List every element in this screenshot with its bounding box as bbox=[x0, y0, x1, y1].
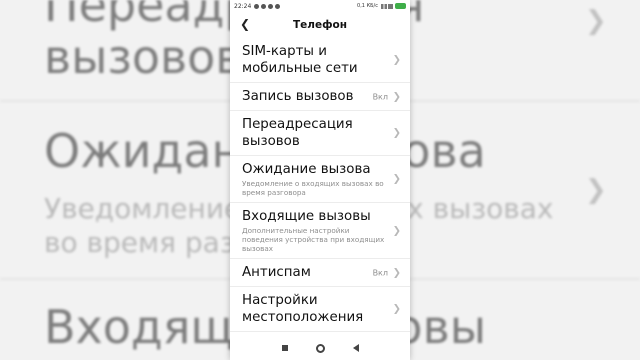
signal-icon bbox=[381, 3, 393, 9]
setting-incoming-calls[interactable]: Входящие вызовы Дополнительные настройки… bbox=[230, 203, 410, 259]
back-icon[interactable] bbox=[352, 344, 359, 352]
chevron-right-icon: ❯ bbox=[392, 303, 401, 315]
setting-call-waiting[interactable]: Ожидание вызова Уведомление о входящих в… bbox=[230, 156, 410, 203]
setting-label: Настройки местоположения bbox=[242, 293, 364, 325]
phone-screen: 22:24 0,1 КБ/с ❮ Телефон SIM-карты и моб… bbox=[230, 0, 410, 360]
chevron-right-icon: ❯ bbox=[392, 54, 401, 66]
notification-icon bbox=[261, 3, 267, 9]
setting-label: Переадресация вызовов bbox=[242, 117, 353, 149]
notification-icon bbox=[254, 3, 260, 9]
page-title: Телефон bbox=[293, 19, 347, 31]
battery-icon bbox=[395, 3, 406, 9]
setting-label: Антиспам bbox=[242, 265, 311, 280]
recents-icon[interactable] bbox=[281, 345, 288, 351]
status-time: 22:24 bbox=[234, 2, 252, 10]
setting-value: Вкл bbox=[372, 268, 388, 277]
backdrop-text: вызовов bbox=[44, 30, 243, 84]
setting-label: Запись вызовов bbox=[242, 89, 354, 104]
setting-value: Вкл bbox=[372, 92, 388, 101]
status-bar: 22:24 0,1 КБ/с bbox=[230, 0, 410, 12]
chevron-right-icon: ❯ bbox=[392, 173, 401, 185]
chevron-right-icon: ❯ bbox=[585, 6, 607, 36]
back-arrow-icon[interactable]: ❮ bbox=[240, 17, 250, 31]
chevron-right-icon: ❯ bbox=[392, 91, 401, 102]
navigation-bar bbox=[230, 336, 410, 360]
setting-call-forwarding[interactable]: Переадресация вызовов ❯ bbox=[230, 111, 410, 156]
setting-call-recording[interactable]: Запись вызовов Вкл ❯ bbox=[230, 83, 410, 111]
chevron-right-icon: ❯ bbox=[392, 225, 401, 236]
instagram-icon bbox=[268, 3, 274, 9]
setting-sim-cards[interactable]: SIM-карты и мобильные сети ❯ bbox=[230, 38, 410, 83]
network-speed: 0,1 КБ/с bbox=[357, 3, 378, 9]
setting-antispam[interactable]: Антиспам Вкл ❯ bbox=[230, 259, 410, 287]
chevron-right-icon: ❯ bbox=[585, 175, 607, 205]
setting-label: SIM-карты и мобильные сети bbox=[242, 44, 358, 76]
notification-icon bbox=[275, 3, 281, 9]
setting-location[interactable]: Настройки местоположения ❯ bbox=[230, 287, 410, 332]
chevron-right-icon: ❯ bbox=[392, 127, 401, 139]
setting-description: Уведомление о входящих вызовах во время … bbox=[242, 179, 384, 197]
setting-label: Ожидание вызова bbox=[242, 162, 371, 177]
app-header: ❮ Телефон bbox=[230, 12, 410, 38]
chevron-right-icon: ❯ bbox=[392, 267, 401, 278]
home-icon[interactable] bbox=[315, 343, 325, 353]
setting-description: Дополнительные настройки поведения устро… bbox=[242, 226, 385, 253]
setting-label: Входящие вызовы bbox=[242, 209, 371, 224]
